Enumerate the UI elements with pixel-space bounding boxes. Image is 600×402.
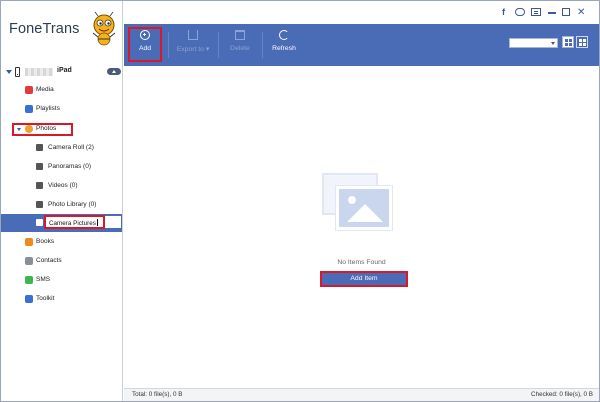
sidebar-item-videos[interactable]: Videos (0) bbox=[1, 177, 122, 195]
refresh-button-label: Refresh bbox=[272, 45, 296, 52]
expand-caret-icon[interactable] bbox=[6, 70, 12, 74]
album-rename-text: Camera Pictures bbox=[49, 219, 98, 227]
cloud-upload-icon[interactable] bbox=[107, 68, 121, 75]
expand-caret-icon[interactable] bbox=[17, 128, 21, 131]
phone-icon bbox=[15, 67, 20, 77]
export-button-label: Export to ▾ bbox=[176, 46, 210, 53]
empty-photo-icon bbox=[336, 186, 392, 230]
mascot-logo-icon bbox=[92, 11, 116, 46]
sidebar-item-label: Videos (0) bbox=[48, 182, 78, 189]
sidebar-item-playlists[interactable]: Playlists bbox=[1, 100, 122, 118]
status-checked: Checked: 0 file(s), 0 B bbox=[531, 391, 593, 398]
album-rename-input-extension bbox=[105, 215, 122, 229]
delete-button[interactable]: Delete bbox=[220, 24, 260, 66]
sidebar-item-label: Media bbox=[36, 86, 54, 93]
list-view-icon bbox=[579, 39, 582, 42]
sidebar-item-label: Books bbox=[36, 238, 55, 245]
toolbar-divider bbox=[218, 32, 219, 58]
sidebar: FoneTrans iPad Media Playlists Photos Ca… bbox=[1, 1, 123, 401]
maximize-icon[interactable] bbox=[562, 8, 570, 16]
add-highlight-box bbox=[128, 27, 162, 62]
export-icon bbox=[188, 30, 198, 40]
sidebar-item-contacts[interactable]: Contacts bbox=[1, 252, 122, 270]
sms-icon bbox=[25, 276, 33, 284]
sidebar-item-books[interactable]: Books bbox=[1, 233, 122, 251]
toolbar-divider bbox=[168, 32, 169, 58]
sidebar-item-label: SMS bbox=[36, 276, 51, 283]
sidebar-item-label: Toolkit bbox=[36, 295, 55, 302]
video-icon bbox=[36, 182, 43, 189]
toolbar-divider bbox=[262, 32, 263, 58]
sidebar-item-media[interactable]: Media bbox=[1, 81, 122, 99]
toolbar: Add Export to ▾ Delete Refresh bbox=[124, 24, 599, 66]
window-title-bar: f ✕ bbox=[124, 1, 599, 24]
delete-button-label: Delete bbox=[230, 45, 250, 52]
device-name-redacted bbox=[25, 68, 53, 76]
sidebar-item-toolkit[interactable]: Toolkit bbox=[1, 290, 122, 308]
empty-state-message: No Items Found bbox=[337, 259, 386, 266]
books-icon bbox=[25, 238, 33, 246]
list-view-button[interactable] bbox=[576, 36, 588, 48]
facebook-icon[interactable]: f bbox=[502, 8, 508, 17]
sidebar-item-label: Panoramas (0) bbox=[48, 163, 91, 170]
export-button[interactable]: Export to ▾ bbox=[170, 24, 216, 66]
album-icon bbox=[36, 219, 43, 226]
grid-view-icon bbox=[565, 39, 568, 42]
add-item-button[interactable]: Add Item bbox=[320, 271, 408, 287]
media-icon bbox=[25, 86, 33, 94]
app-logo-text: FoneTrans bbox=[9, 21, 80, 37]
chat-icon[interactable] bbox=[515, 8, 525, 16]
content-area: No Items Found Add Item bbox=[124, 66, 599, 388]
chevron-down-icon bbox=[551, 42, 555, 45]
panorama-icon bbox=[36, 163, 43, 170]
sidebar-item-photo-library[interactable]: Photo Library (0) bbox=[1, 196, 122, 214]
sidebar-item-label: Photo Library (0) bbox=[48, 201, 97, 208]
toolkit-icon bbox=[25, 295, 33, 303]
sidebar-item-label: Camera Roll (2) bbox=[48, 144, 94, 151]
photos-highlight-box bbox=[12, 123, 73, 136]
sidebar-item-label: Contacts bbox=[36, 257, 62, 264]
sidebar-item-panoramas[interactable]: Panoramas (0) bbox=[1, 158, 122, 176]
album-rename-input[interactable]: Camera Pictures bbox=[44, 215, 105, 229]
contacts-icon bbox=[25, 257, 33, 265]
camera-icon bbox=[36, 144, 43, 151]
add-button[interactable]: Add bbox=[124, 24, 166, 66]
sidebar-item-label: Playlists bbox=[36, 105, 60, 112]
device-name: iPad bbox=[57, 67, 72, 74]
refresh-button[interactable]: Refresh bbox=[264, 24, 304, 66]
refresh-icon bbox=[279, 30, 289, 40]
device-row[interactable]: iPad bbox=[3, 67, 122, 79]
photo-library-icon bbox=[36, 201, 43, 208]
filter-dropdown[interactable] bbox=[509, 38, 558, 48]
minimize-icon[interactable] bbox=[548, 12, 556, 14]
sidebar-item-camera-roll[interactable]: Camera Roll (2) bbox=[1, 139, 122, 157]
close-icon[interactable]: ✕ bbox=[577, 8, 586, 18]
sidebar-item-sms[interactable]: SMS bbox=[1, 271, 122, 289]
status-total: Total: 0 file(s), 0 B bbox=[132, 391, 183, 398]
trash-icon bbox=[235, 30, 245, 40]
status-bar: Total: 0 file(s), 0 B Checked: 0 file(s)… bbox=[124, 388, 599, 401]
playlist-icon bbox=[25, 105, 33, 113]
menu-icon[interactable] bbox=[531, 8, 541, 16]
grid-view-button[interactable] bbox=[562, 36, 574, 48]
